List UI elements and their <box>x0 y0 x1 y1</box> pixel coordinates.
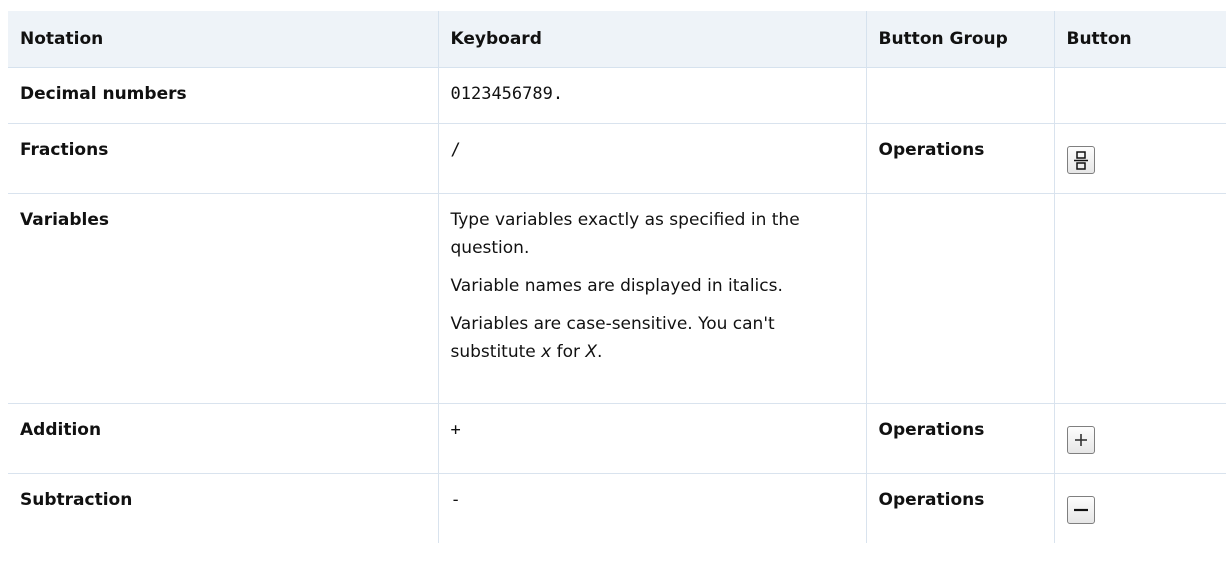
button-cell <box>1054 67 1226 124</box>
keyboard-paragraph: Type variables exactly as specified in t… <box>450 210 800 258</box>
table-row: Decimal numbers 0123456789. <box>8 67 1226 124</box>
keyboard-paragraph: Variable names are displayed in italics. <box>450 276 783 296</box>
table-row: Addition + Operations <box>8 403 1226 474</box>
subtraction-button[interactable] <box>1066 496 1095 524</box>
button-group-cell: Operations <box>866 123 1055 194</box>
keyboard-paragraph: Variables are case-sensitive. You can't … <box>451 310 854 366</box>
minus-icon <box>1073 508 1088 512</box>
fraction-button[interactable] <box>1066 146 1095 174</box>
paragraph-text: for <box>551 342 586 362</box>
keyboard-cell: - <box>438 473 867 543</box>
notation-cell: Fractions <box>8 123 439 194</box>
paragraph-text: Variables are case-sensitive. You can't … <box>450 314 775 362</box>
header-keyboard: Keyboard <box>438 11 867 68</box>
keyboard-keys: - <box>450 490 461 510</box>
button-cell <box>1054 123 1226 194</box>
keyboard-cell: Type variables exactly as specified in t… <box>438 193 867 404</box>
button-cell <box>1054 193 1226 404</box>
keyboard-keys: + <box>450 420 461 440</box>
notation-cell: Addition <box>8 403 439 474</box>
table-row: Variables Type variables exactly as spec… <box>8 193 1226 404</box>
header-button: Button <box>1054 11 1226 68</box>
fraction-icon <box>1073 151 1088 170</box>
variable-lowercase: x <box>541 342 552 362</box>
button-group-cell <box>866 193 1055 404</box>
header-button-group: Button Group <box>866 11 1055 68</box>
table-row: Subtraction - Operations <box>8 473 1226 544</box>
addition-button[interactable] <box>1066 426 1095 454</box>
keyboard-cell: + <box>438 403 867 474</box>
button-group-cell <box>866 67 1055 124</box>
notation-cell: Variables <box>8 193 439 404</box>
keyboard-keys: 0123456789. <box>450 84 564 104</box>
table-row: Fractions / Operations <box>8 123 1226 194</box>
keyboard-keys: / <box>450 140 461 160</box>
plus-icon <box>1074 434 1087 446</box>
notation-table: Notation Keyboard Button Group Button De… <box>8 11 1226 543</box>
button-cell <box>1054 403 1226 474</box>
header-row: Notation Keyboard Button Group Button <box>8 11 1226 68</box>
notation-cell: Subtraction <box>8 473 439 543</box>
button-group-cell: Operations <box>866 473 1055 543</box>
keyboard-cell: 0123456789. <box>438 67 867 124</box>
paragraph-text: . <box>597 342 603 362</box>
variable-uppercase: X <box>585 342 598 362</box>
notation-cell: Decimal numbers <box>8 67 439 124</box>
header-notation: Notation <box>8 11 439 68</box>
keyboard-cell: / <box>438 123 867 194</box>
button-cell <box>1054 474 1226 544</box>
button-group-cell: Operations <box>866 403 1055 474</box>
